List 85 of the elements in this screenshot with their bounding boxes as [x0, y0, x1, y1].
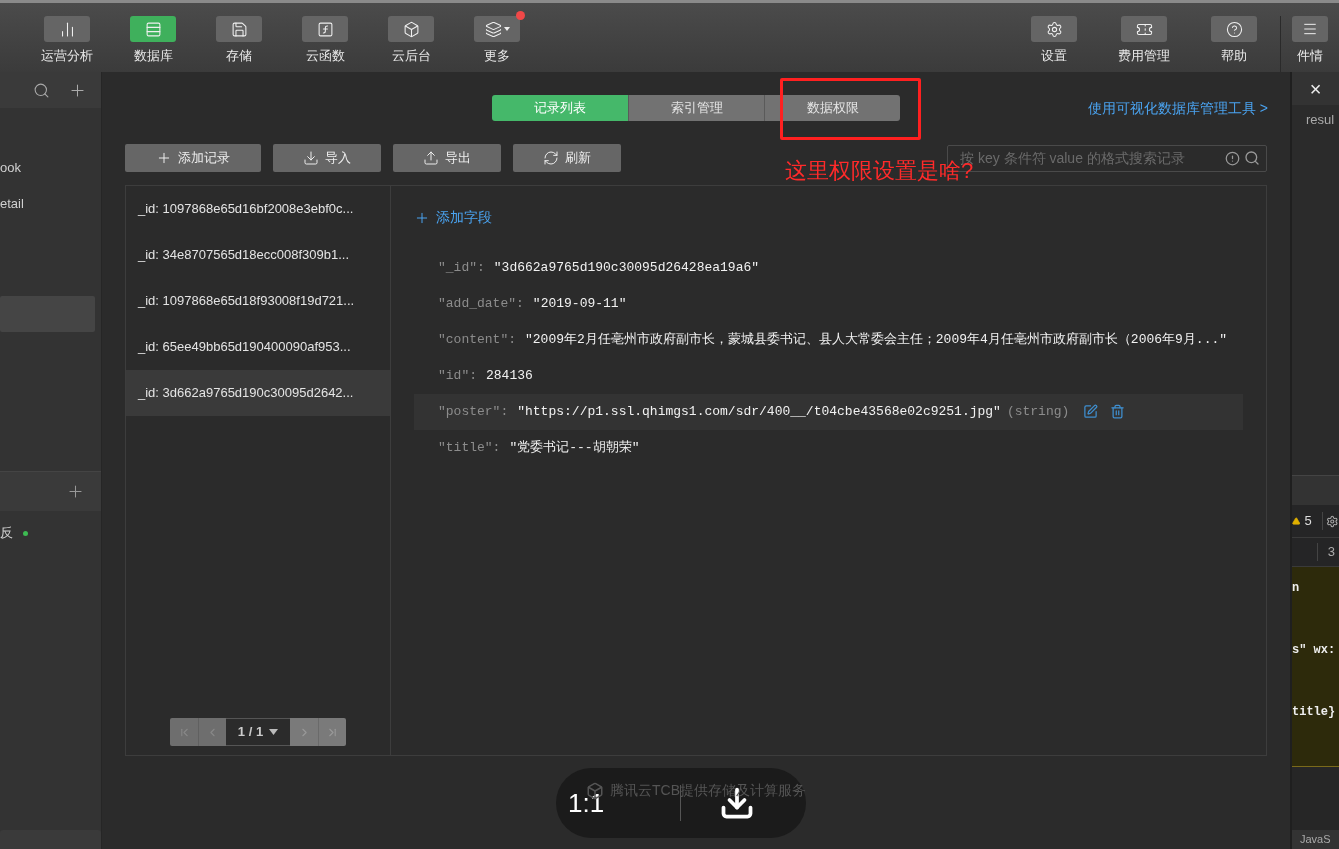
- code-line: title}: [1292, 704, 1337, 721]
- search-icon[interactable]: [33, 81, 50, 99]
- close-button[interactable]: ×: [1309, 78, 1322, 99]
- database-tool-link[interactable]: 使用可视化数据库管理工具 >: [1087, 97, 1290, 119]
- toolbar-label: 数据库: [133, 48, 173, 64]
- page-selector[interactable]: 1 / 1: [226, 718, 290, 746]
- field-key: "_id":: [438, 257, 485, 279]
- field-value: "https://p1.ssl.qhimgs1.com/sdr/400__/t04cbe43568e02c9251.jpg": [517, 403, 1001, 421]
- toolbar-label: 设置: [1041, 48, 1067, 64]
- toolbar-button[interactable]: [1121, 16, 1167, 42]
- plus-icon: [156, 150, 172, 166]
- field-row[interactable]: "content": "2009年2月任亳州市政府副市长，蒙城县委书记、县人大常委会主任；2009年4月任亳州市政府副市长（2006年9月...": [414, 322, 1243, 358]
- field-row[interactable]: "_id": "3d662a9765d190c30095d26428ea19a6": [414, 250, 1243, 286]
- toolbar-label: 件情: [1297, 48, 1323, 64]
- action-button[interactable]: 导入: [273, 144, 381, 172]
- upload-icon: [423, 150, 439, 166]
- sidebar-item[interactable]: 反: [0, 523, 13, 543]
- toolbar-button[interactable]: [216, 16, 262, 42]
- record-item[interactable]: _id: 1097868e65d16bf2008e3ebf0c...: [126, 186, 390, 232]
- field-row[interactable]: "id": 284136: [414, 358, 1243, 394]
- toolbar-button[interactable]: [44, 16, 90, 42]
- actual-size-button[interactable]: 1:1: [568, 790, 605, 816]
- field-type: (string): [1006, 403, 1070, 421]
- field-value: "2019-09-11": [532, 295, 628, 313]
- tab-label[interactable]: resul: [1306, 110, 1335, 130]
- toolbar-button[interactable]: [1031, 16, 1077, 42]
- code-line: n: [1292, 580, 1301, 597]
- toolbar-label: 运营分析: [41, 48, 93, 64]
- add-icon[interactable]: [66, 482, 85, 501]
- field-key: "add_date":: [438, 293, 524, 315]
- action-button[interactable]: 添加记录: [125, 144, 261, 172]
- warning-icon: [1292, 516, 1301, 526]
- toolbar-label: 费用管理: [1118, 48, 1170, 64]
- field-value: "党委书记---胡朝荣": [509, 439, 641, 457]
- toolbar-button[interactable]: [1211, 16, 1257, 42]
- toolbar-button[interactable]: [130, 16, 176, 42]
- record-item[interactable]: _id: 3d662a9765d190c30095d2642...: [126, 370, 390, 416]
- sidebar-item[interactable]: etail: [0, 186, 95, 222]
- field-key: "title":: [438, 437, 501, 459]
- toolbar-label: 存储: [226, 48, 252, 64]
- tab[interactable]: 索引管理: [628, 95, 764, 121]
- add-field-button[interactable]: 添加字段: [414, 207, 492, 228]
- toolbar-label: 云后台: [391, 48, 431, 64]
- code-line: s" wx:: [1292, 642, 1337, 659]
- field-value: "3d662a9765d190c30095d26428ea19a6": [493, 259, 761, 277]
- toolbar-button[interactable]: [302, 16, 348, 42]
- field-value: 284136: [486, 367, 534, 385]
- table-icon: [144, 20, 162, 38]
- download-icon: [303, 150, 319, 166]
- toolbar-button[interactable]: [474, 16, 520, 42]
- menu-icon: [1302, 21, 1318, 37]
- action-button[interactable]: 导出: [393, 144, 501, 172]
- field-row[interactable]: "add_date": "2019-09-11": [414, 286, 1243, 322]
- edit-icon[interactable]: [1083, 404, 1099, 419]
- settings-icon: [1045, 20, 1063, 38]
- field-value: "2009年2月任亳州市政府副市长，蒙城县委书记、县人大常委会主任；2009年4月任亳州市政府副市长（2006年9月...": [525, 331, 1229, 349]
- toolbar-label: 帮助: [1221, 48, 1247, 64]
- tab[interactable]: 数据权限: [764, 95, 900, 121]
- field-key: "id":: [438, 365, 477, 387]
- record-item[interactable]: _id: 65ee49bb65d190400090af953...: [126, 324, 390, 370]
- toolbar-label: 更多: [484, 48, 510, 64]
- cube-icon: [402, 20, 420, 38]
- toolbar-label: 云函数: [305, 48, 345, 64]
- status-text: JavaS: [1300, 832, 1331, 848]
- sidebar-item[interactable]: ook: [0, 150, 95, 186]
- field-row[interactable]: "poster": "https://p1.ssl.qhimgs1.com/sdr/400__/t04cbe43568e02c9251.jpg" (string): [414, 394, 1243, 430]
- info-icon[interactable]: [1225, 150, 1240, 166]
- field-row[interactable]: "title": "党委书记---胡朝荣": [414, 430, 1243, 466]
- settings-icon[interactable]: [1326, 513, 1339, 529]
- action-button[interactable]: 刷新: [513, 144, 621, 172]
- toolbar-button[interactable]: [1292, 16, 1328, 42]
- delete-icon[interactable]: [1110, 404, 1126, 419]
- layers-icon: [484, 20, 502, 38]
- search-icon[interactable]: [1244, 150, 1260, 166]
- refresh-icon: [543, 150, 559, 166]
- warning-count: 5: [1304, 512, 1312, 531]
- field-key: "poster":: [438, 401, 509, 423]
- field-key: "content":: [438, 329, 516, 351]
- function-icon: [316, 20, 334, 38]
- line-count: 3: [1327, 543, 1335, 562]
- help-icon: [1225, 20, 1243, 38]
- record-item[interactable]: _id: 1097868e65d18f93008f19d721...: [126, 278, 390, 324]
- caret-icon: [269, 729, 279, 735]
- record-item[interactable]: _id: 34e8707565d18ecc008f309b1...: [126, 232, 390, 278]
- toolbar-button[interactable]: [388, 16, 434, 42]
